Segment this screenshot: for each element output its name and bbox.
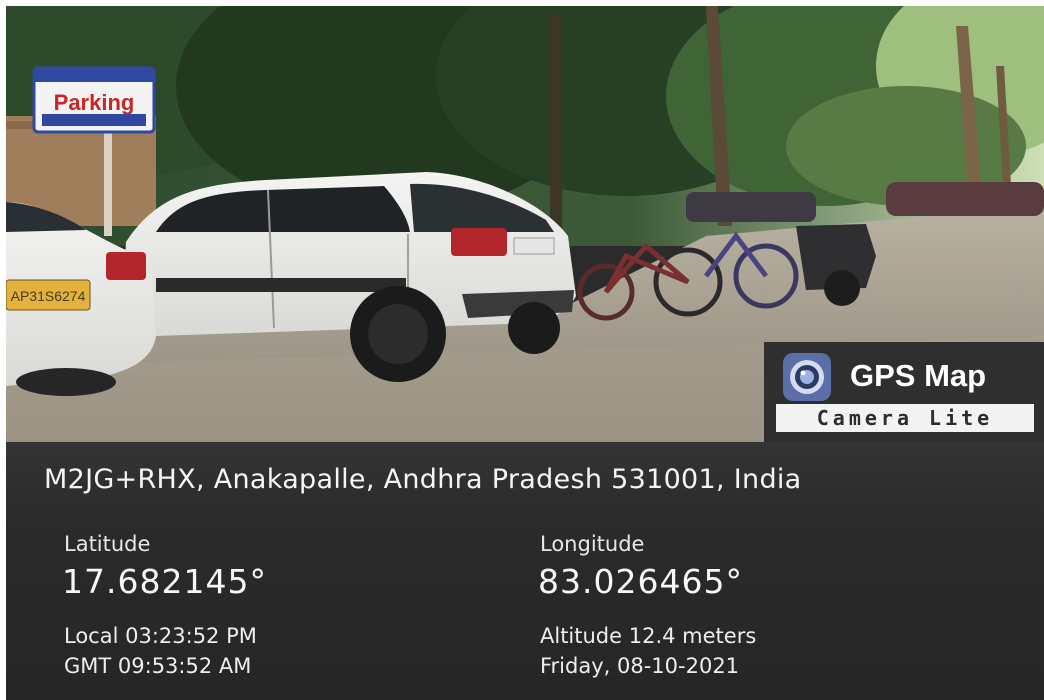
latitude-value: 17.682145°	[62, 562, 267, 601]
longitude-label: Longitude	[540, 532, 645, 556]
badge-subtitle: Camera Lite	[776, 404, 1034, 432]
badge-title: GPS Map	[850, 358, 987, 393]
parking-sign-text: Parking	[54, 90, 135, 115]
address-text: M2JG+RHX, Anakapalle, Andhra Pradesh 531…	[44, 464, 802, 495]
license-plate-text: AP31S6274	[11, 288, 86, 304]
latitude-label: Latitude	[64, 532, 151, 556]
app-watermark-badge: GPS Map Camera Lite	[764, 342, 1044, 442]
gmt-time: GMT 09:53:52 AM	[64, 654, 252, 678]
date-text: Friday, 08-10-2021	[540, 654, 740, 678]
camera-lens-icon	[783, 353, 831, 401]
local-time: Local 03:23:52 PM	[64, 624, 257, 648]
longitude-value: 83.026465°	[538, 562, 743, 601]
photo-frame: Parking AP31S6274 GPS Map Camera Lite M2…	[6, 6, 1044, 700]
gps-info-overlay: M2JG+RHX, Anakapalle, Andhra Pradesh 531…	[6, 442, 1044, 700]
altitude-text: Altitude 12.4 meters	[540, 624, 757, 648]
